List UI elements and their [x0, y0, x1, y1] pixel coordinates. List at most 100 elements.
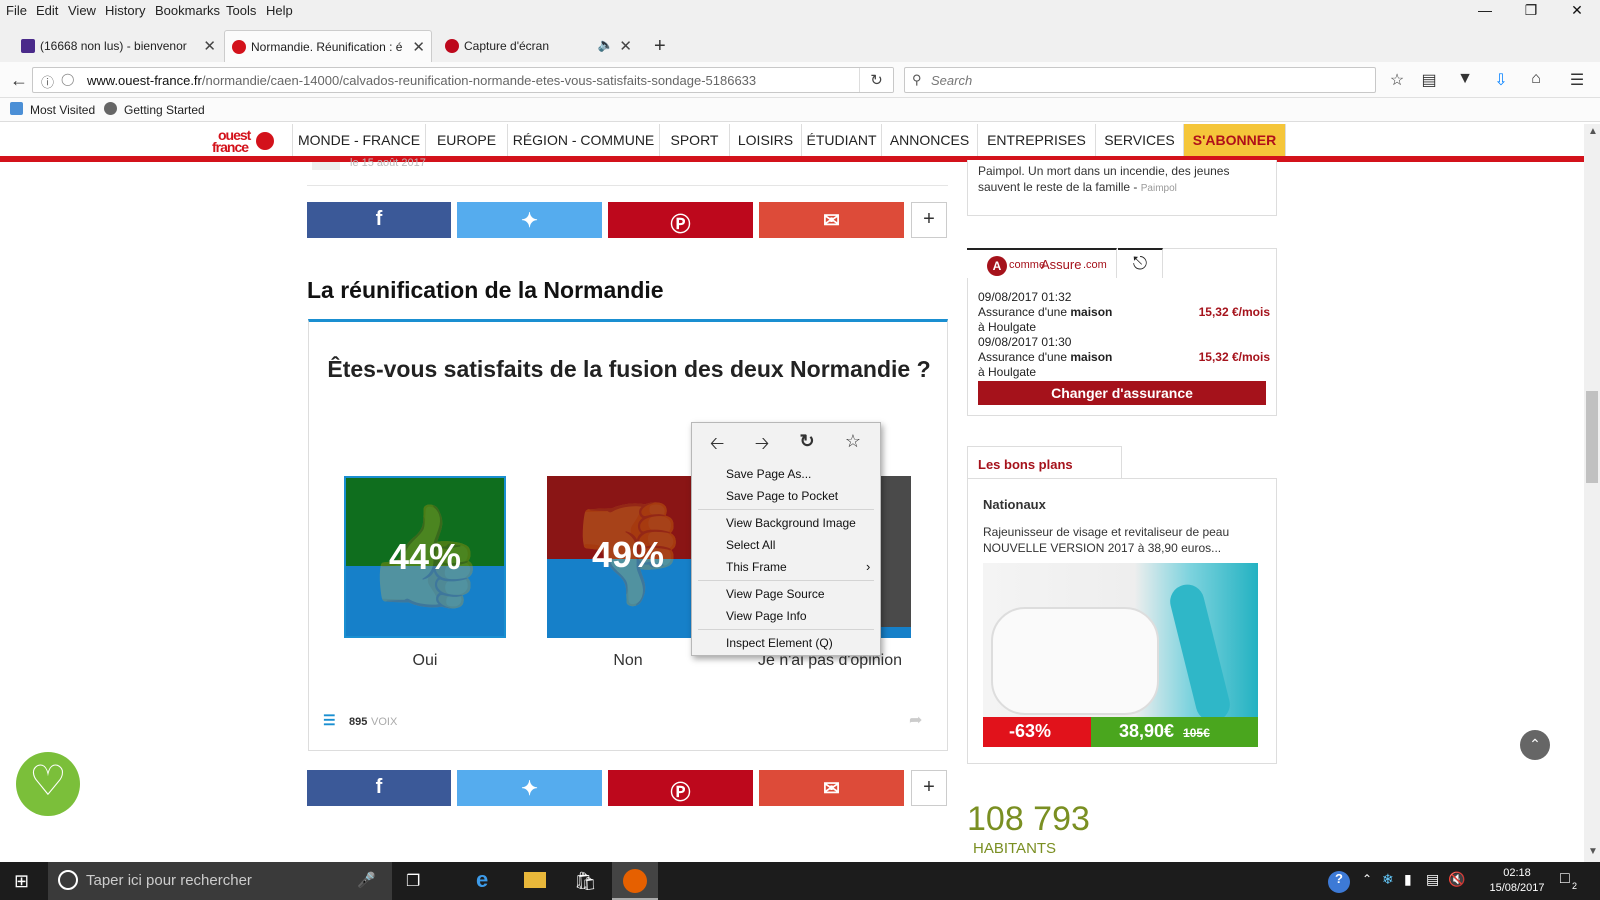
email-share-button-bottom[interactable]: ✉: [759, 770, 904, 806]
pocket-icon[interactable]: ▼: [1454, 70, 1476, 88]
back-icon[interactable]: ←: [8, 70, 30, 91]
product-image[interactable]: -63% 38,90€ 105€: [983, 563, 1258, 747]
share-arrow-icon[interactable]: ➦: [909, 710, 922, 730]
ctx-this-frame[interactable]: This Frame: [726, 560, 787, 574]
microphone-icon[interactable]: 🎤: [357, 871, 376, 889]
ctx-view-page-info[interactable]: View Page Info: [726, 609, 807, 623]
pinterest-share-button[interactable]: Ⓟ: [608, 202, 753, 238]
ctx-view-page-source[interactable]: View Page Source: [726, 587, 825, 601]
minimize-icon[interactable]: —: [1470, 2, 1500, 18]
ctx-save-to-pocket[interactable]: Save Page to Pocket: [726, 489, 838, 503]
home-icon[interactable]: ⌂: [1525, 70, 1547, 88]
back-icon[interactable]: 🡠: [702, 431, 732, 461]
ctx-select-all[interactable]: Select All: [726, 538, 775, 552]
forward-icon[interactable]: 🡢: [747, 431, 777, 461]
taskbar-clock[interactable]: 02:18 15/08/2017: [1484, 866, 1550, 896]
poll-choice-oui[interactable]: 👍 44%: [344, 476, 506, 638]
twitter-share-button[interactable]: ✦: [457, 202, 602, 238]
scroll-up-arrow-icon[interactable]: ▲: [1588, 126, 1598, 137]
close-window-icon[interactable]: ✕: [1562, 2, 1592, 19]
reader-list-icon[interactable]: ▤: [1418, 70, 1440, 90]
bookmark-getting-started[interactable]: Getting Started: [124, 103, 205, 117]
ctx-view-background-image[interactable]: View Background Image: [726, 516, 856, 530]
assure-logo[interactable]: A comme Assure .com: [967, 248, 1117, 278]
scroll-down-arrow-icon[interactable]: ▼: [1588, 846, 1598, 857]
nav-monde-france[interactable]: MONDE - FRANCE: [292, 124, 426, 156]
nav-services[interactable]: SERVICES: [1096, 124, 1184, 156]
bluetooth-icon[interactable]: ❄: [1382, 871, 1394, 888]
edge-icon[interactable]: e: [476, 867, 488, 893]
assure-entry-2[interactable]: 09/08/2017 01:30 Assurance d'une maison …: [978, 335, 1270, 380]
nav-europe[interactable]: EUROPE: [426, 124, 508, 156]
close-tab-icon[interactable]: ✕: [203, 37, 216, 55]
volume-mute-icon[interactable]: 🔇: [1448, 871, 1465, 888]
downloads-icon[interactable]: ⇩: [1490, 70, 1512, 90]
menu-help[interactable]: Help: [266, 3, 293, 18]
task-view-icon[interactable]: ❐: [406, 871, 420, 891]
scrollbar[interactable]: ▲ ▼: [1584, 124, 1600, 862]
firefox-taskbar-button[interactable]: [612, 862, 658, 900]
nav-sport[interactable]: SPORT: [660, 124, 730, 156]
change-insurance-button[interactable]: Changer d'assurance: [978, 381, 1266, 405]
info-icon[interactable]: ⓘ: [41, 72, 54, 91]
shield-icon[interactable]: ◯: [61, 72, 74, 86]
more-share-button[interactable]: +: [911, 202, 947, 238]
menu-tools[interactable]: Tools: [226, 3, 256, 18]
ctx-save-page-as[interactable]: Save Page As...: [726, 467, 811, 481]
ouest-france-logo[interactable]: ouest france: [210, 127, 276, 155]
tab-capture[interactable]: Capture d'écran 🔈 ✕: [438, 30, 638, 62]
close-tab-icon[interactable]: ✕: [619, 37, 632, 55]
news-box[interactable]: Paimpol. Un mort dans un incendie, des j…: [967, 160, 1277, 216]
bookmark-star-icon[interactable]: ☆: [1386, 70, 1408, 90]
menu-history[interactable]: History: [105, 3, 145, 18]
car-icon[interactable]: ⎋: [1118, 248, 1163, 278]
store-icon[interactable]: 🛍: [574, 871, 597, 892]
close-tab-icon[interactable]: ✕: [412, 38, 425, 56]
windows-start-icon[interactable]: ⊞: [14, 871, 29, 892]
reload-icon[interactable]: ↻: [792, 431, 822, 452]
news-item[interactable]: Paimpol. Un mort dans un incendie, des j…: [978, 163, 1270, 197]
url-bar[interactable]: ⓘ ◯ www.ouest-france.fr/normandie/caen-1…: [32, 67, 894, 93]
scrollbar-thumb[interactable]: [1586, 391, 1598, 483]
assure-entry-1[interactable]: 09/08/2017 01:32 Assurance d'une maison …: [978, 290, 1270, 335]
favorite-button[interactable]: ♡: [16, 752, 80, 816]
hamburger-menu-icon[interactable]: ☰: [1566, 70, 1588, 90]
poll-label-oui[interactable]: Oui: [344, 652, 506, 670]
pinterest-share-button-bottom[interactable]: Ⓟ: [608, 770, 753, 806]
action-center-icon[interactable]: □: [1560, 870, 1570, 888]
menu-edit[interactable]: Edit: [36, 3, 58, 18]
speaker-icon[interactable]: 🔈: [598, 37, 614, 53]
nav-region-commune[interactable]: RÉGION - COMMUNE: [508, 124, 660, 156]
menu-file[interactable]: File: [6, 3, 27, 18]
taskbar-search[interactable]: Taper ici pour rechercher 🎤: [48, 862, 392, 900]
ctx-inspect-element[interactable]: Inspect Element (Q): [726, 636, 833, 650]
poll-choice-non[interactable]: 👎 49%: [547, 476, 709, 638]
help-icon[interactable]: ?: [1328, 871, 1350, 893]
poll-label-non[interactable]: Non: [547, 652, 709, 670]
nav-sabonner[interactable]: S'ABONNER: [1184, 124, 1286, 156]
reload-icon[interactable]: ↻: [859, 68, 893, 92]
nav-entreprises[interactable]: ENTREPRISES: [978, 124, 1096, 156]
new-tab-icon[interactable]: +: [654, 35, 666, 58]
tab-mail[interactable]: (16668 non lus) - bienvenor ✕: [14, 30, 222, 62]
more-share-button-bottom[interactable]: +: [911, 770, 947, 806]
network-icon[interactable]: ▤: [1426, 871, 1439, 888]
email-share-button[interactable]: ✉: [759, 202, 904, 238]
menu-view[interactable]: View: [68, 3, 96, 18]
bookmark-most-visited[interactable]: Most Visited: [30, 103, 95, 117]
facebook-share-button-bottom[interactable]: f: [307, 770, 451, 806]
nav-annonces[interactable]: ANNONCES: [882, 124, 978, 156]
bons-plans-tab[interactable]: Les bons plans: [967, 446, 1122, 479]
menu-bookmarks[interactable]: Bookmarks: [155, 3, 220, 18]
search-bar[interactable]: ⚲ Search: [904, 67, 1376, 93]
restore-icon[interactable]: ❐: [1516, 2, 1546, 19]
nav-loisirs[interactable]: LOISIRS: [730, 124, 802, 156]
bookmark-star-icon[interactable]: ☆: [838, 431, 868, 452]
nav-etudiant[interactable]: ÉTUDIANT: [802, 124, 882, 156]
scroll-to-top-button[interactable]: ⌃: [1520, 730, 1550, 760]
file-explorer-icon[interactable]: [524, 872, 546, 888]
facebook-share-button[interactable]: f: [307, 202, 451, 238]
tab-normandie[interactable]: Normandie. Réunification : é ✕: [224, 30, 432, 62]
twitter-share-button-bottom[interactable]: ✦: [457, 770, 602, 806]
plans-description[interactable]: Rajeunisseur de visage et revitaliseur d…: [983, 524, 1267, 556]
